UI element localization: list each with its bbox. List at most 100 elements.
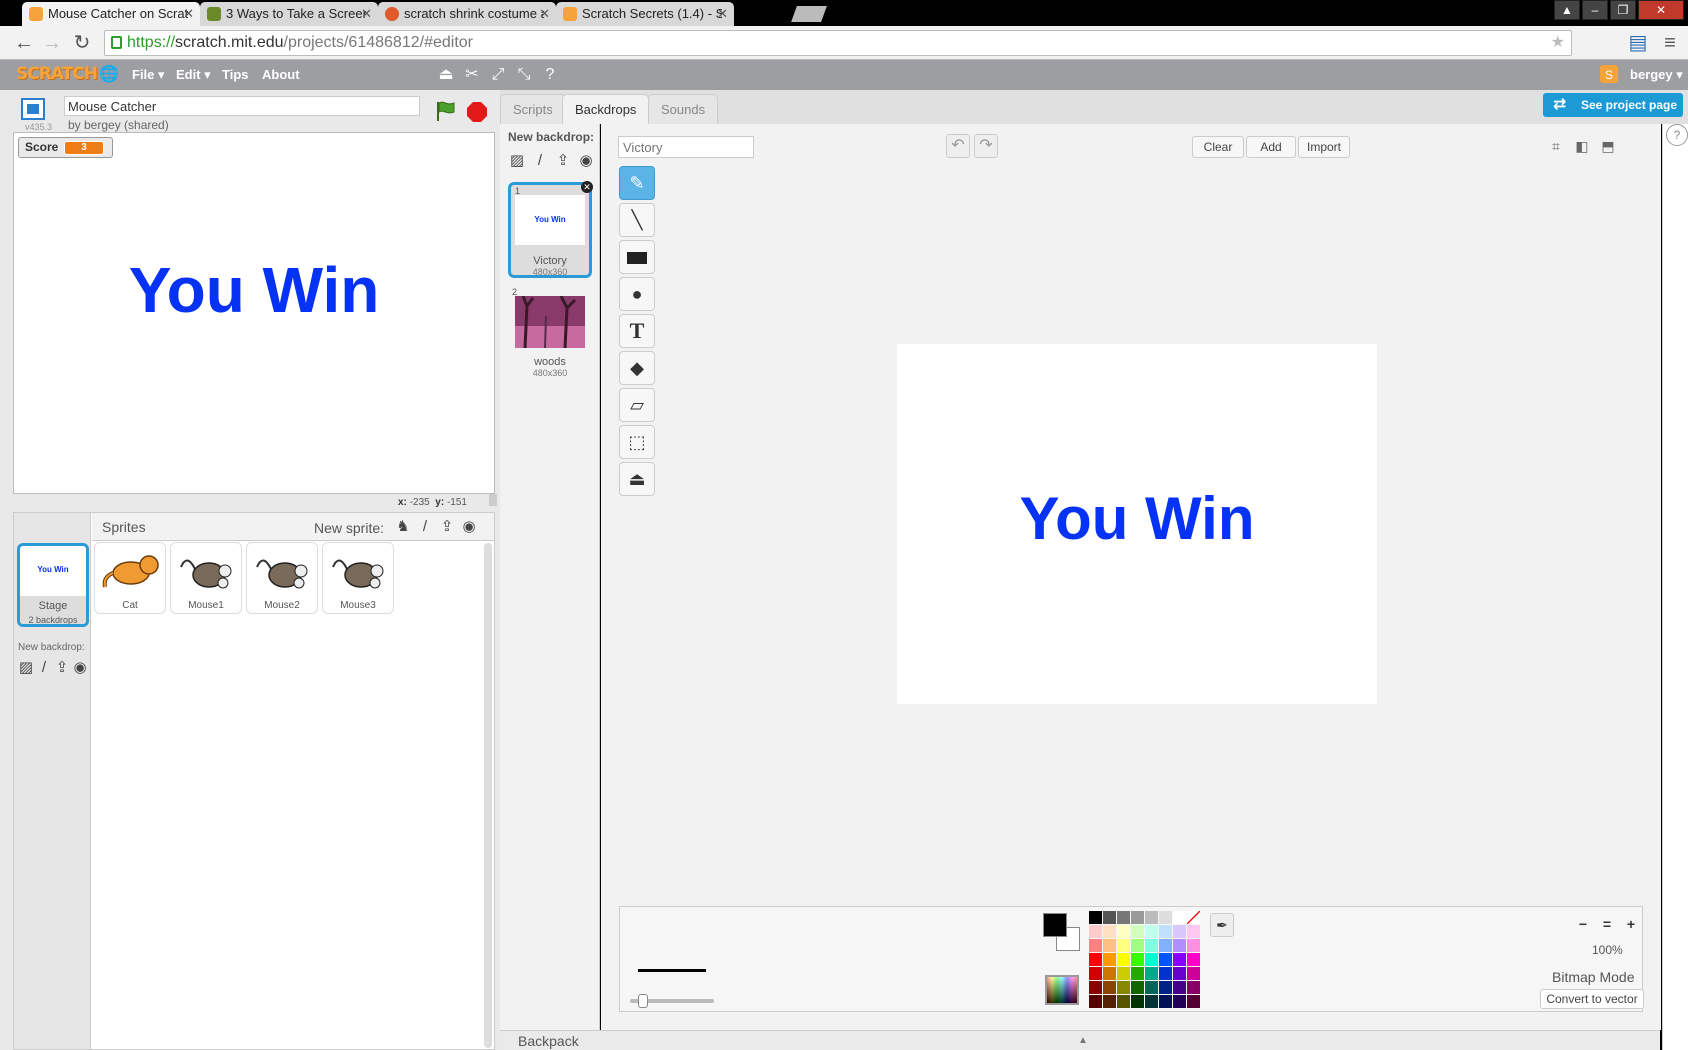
see-project-page-button[interactable]: ⇄ See project page bbox=[1543, 93, 1683, 117]
color-swatch[interactable] bbox=[1131, 967, 1144, 980]
url-input[interactable]: https://scratch.mit.edu/projects/6148681… bbox=[104, 30, 1572, 56]
backdrop-library-icon[interactable]: ▨ bbox=[508, 152, 526, 170]
color-swatch[interactable] bbox=[1089, 953, 1102, 966]
color-swatch[interactable] bbox=[1103, 939, 1116, 952]
stage-thumbnail[interactable]: You Win Stage 2 backdrops bbox=[17, 543, 89, 627]
color-swatch[interactable] bbox=[1173, 953, 1186, 966]
color-swatch[interactable] bbox=[1187, 953, 1200, 966]
tab-sounds[interactable]: Sounds bbox=[648, 94, 719, 124]
color-swatch[interactable] bbox=[1103, 967, 1116, 980]
backdrop-library-icon[interactable]: ▨ bbox=[17, 659, 35, 677]
menu-icon[interactable]: ≡ bbox=[1658, 31, 1682, 55]
browser-tab-1[interactable]: Mouse Catcher on Scratch ✕ bbox=[22, 2, 200, 26]
zoom-out-icon[interactable]: − bbox=[1572, 913, 1594, 935]
crop-icon[interactable]: ⌗ bbox=[1544, 134, 1568, 158]
upload-sprite-icon[interactable]: ⇪ bbox=[438, 518, 456, 536]
color-swatch[interactable] bbox=[1159, 995, 1172, 1008]
color-swatch[interactable] bbox=[1187, 981, 1200, 994]
flip-horizontal-icon[interactable]: ◧ bbox=[1570, 134, 1594, 158]
close-window-icon[interactable]: ✕ bbox=[1638, 0, 1684, 20]
bookmark-star-icon[interactable]: ★ bbox=[1551, 31, 1565, 55]
paint-brush-icon[interactable]: / bbox=[35, 659, 53, 677]
sprite-mouse3[interactable]: Mouse3 bbox=[322, 542, 394, 614]
grow-icon[interactable]: ⤢ bbox=[488, 65, 508, 85]
close-tab-icon[interactable]: ✕ bbox=[539, 2, 550, 26]
color-swatch[interactable] bbox=[1145, 953, 1158, 966]
about-menu[interactable]: About bbox=[262, 60, 300, 90]
clear-button[interactable]: Clear bbox=[1192, 136, 1244, 158]
color-swatch[interactable] bbox=[1089, 925, 1102, 938]
color-swatch[interactable] bbox=[1103, 911, 1116, 924]
color-swatch[interactable] bbox=[1173, 981, 1186, 994]
help-icon[interactable]: ? bbox=[1666, 124, 1688, 146]
color-swatch[interactable] bbox=[1145, 995, 1158, 1008]
backdrop-item-victory[interactable]: 1 You Win Victory 480x360 ✕ bbox=[508, 181, 593, 278]
color-swatch[interactable] bbox=[1173, 925, 1186, 938]
upload-icon[interactable]: ⇪ bbox=[554, 152, 572, 170]
redo-icon[interactable]: ↷ bbox=[974, 134, 998, 158]
color-swatch[interactable] bbox=[1145, 967, 1158, 980]
color-swatch[interactable] bbox=[1159, 925, 1172, 938]
color-swatch[interactable] bbox=[1187, 911, 1200, 924]
import-button[interactable]: Import bbox=[1298, 136, 1350, 158]
ellipse-tool[interactable]: ● bbox=[619, 277, 655, 311]
delete-backdrop-icon[interactable]: ✕ bbox=[581, 181, 593, 193]
cut-scissors-icon[interactable]: ✂ bbox=[462, 65, 482, 85]
costume-name-input[interactable] bbox=[618, 136, 754, 158]
edit-menu[interactable]: Edit ▾ bbox=[176, 60, 211, 90]
color-swatch[interactable] bbox=[1117, 939, 1130, 952]
browser-tab-2[interactable]: 3 Ways to Take a Screenshot ✕ bbox=[200, 2, 378, 26]
color-swatch[interactable] bbox=[1131, 953, 1144, 966]
browser-tab-4[interactable]: Scratch Secrets (1.4) - Scratch ✕ bbox=[556, 2, 734, 26]
paint-brush-icon[interactable]: / bbox=[531, 152, 549, 170]
user-menu[interactable]: bergey ▾ bbox=[1630, 60, 1683, 90]
color-swatch[interactable] bbox=[1145, 981, 1158, 994]
backdrop-item-woods[interactable]: 2 woods 480x360 bbox=[508, 286, 592, 382]
eraser-tool[interactable]: ▱ bbox=[619, 388, 655, 422]
sprite-cat[interactable]: Cat bbox=[94, 542, 166, 614]
color-swatch[interactable] bbox=[1117, 981, 1130, 994]
color-swatch[interactable] bbox=[1145, 939, 1158, 952]
color-swatch[interactable] bbox=[1159, 967, 1172, 980]
stage-canvas[interactable]: You Win bbox=[13, 132, 495, 494]
color-swatch[interactable] bbox=[1173, 967, 1186, 980]
maximize-icon[interactable]: ❐ bbox=[1610, 0, 1636, 20]
color-swatch[interactable] bbox=[1131, 981, 1144, 994]
avatar[interactable]: S bbox=[1600, 65, 1618, 83]
color-swatch[interactable] bbox=[1103, 925, 1116, 938]
color-swatch[interactable] bbox=[1145, 925, 1158, 938]
help-icon[interactable]: ? bbox=[540, 65, 560, 85]
tab-backdrops[interactable]: Backdrops bbox=[562, 94, 650, 124]
back-icon[interactable]: ← bbox=[12, 31, 36, 55]
camera-icon[interactable]: ◉ bbox=[577, 152, 595, 170]
color-swatch[interactable] bbox=[1089, 939, 1102, 952]
fullscreen-icon[interactable] bbox=[21, 98, 45, 120]
new-tab-button[interactable] bbox=[791, 6, 827, 22]
expand-arrow-icon[interactable]: ▲ bbox=[1078, 1031, 1088, 1050]
color-swatch[interactable] bbox=[1173, 939, 1186, 952]
rectangle-tool[interactable] bbox=[619, 240, 655, 274]
fill-bucket-tool[interactable]: ◆ bbox=[619, 351, 655, 385]
stamp-tool[interactable]: ⏏ bbox=[619, 462, 655, 496]
flip-vertical-icon[interactable]: ⬒ bbox=[1596, 134, 1620, 158]
file-menu[interactable]: File ▾ bbox=[132, 60, 165, 90]
tips-menu[interactable]: Tips bbox=[222, 60, 249, 90]
color-swatch[interactable] bbox=[1131, 995, 1144, 1008]
color-swatch[interactable] bbox=[1103, 995, 1116, 1008]
color-swatch[interactable] bbox=[1173, 911, 1186, 924]
color-swatch[interactable] bbox=[1159, 981, 1172, 994]
color-swatch[interactable] bbox=[1159, 911, 1172, 924]
close-tab-icon[interactable]: ✕ bbox=[361, 2, 372, 26]
globe-icon[interactable]: 🌐 bbox=[99, 65, 119, 85]
user-icon[interactable]: ▲ bbox=[1554, 0, 1580, 20]
shrink-icon[interactable]: ⤡ bbox=[514, 65, 534, 85]
color-swatch[interactable] bbox=[1103, 953, 1116, 966]
drawing-canvas[interactable]: You Win bbox=[897, 344, 1377, 704]
line-tool[interactable]: ╲ bbox=[619, 203, 655, 237]
duplicate-stamp-icon[interactable]: ⏏ bbox=[436, 65, 456, 85]
brush-tool[interactable]: ✎ bbox=[619, 166, 655, 200]
text-tool[interactable]: T bbox=[619, 314, 655, 348]
color-swatch[interactable] bbox=[1089, 995, 1102, 1008]
select-tool[interactable]: ⬚ bbox=[619, 425, 655, 459]
color-swatch[interactable] bbox=[1187, 939, 1200, 952]
